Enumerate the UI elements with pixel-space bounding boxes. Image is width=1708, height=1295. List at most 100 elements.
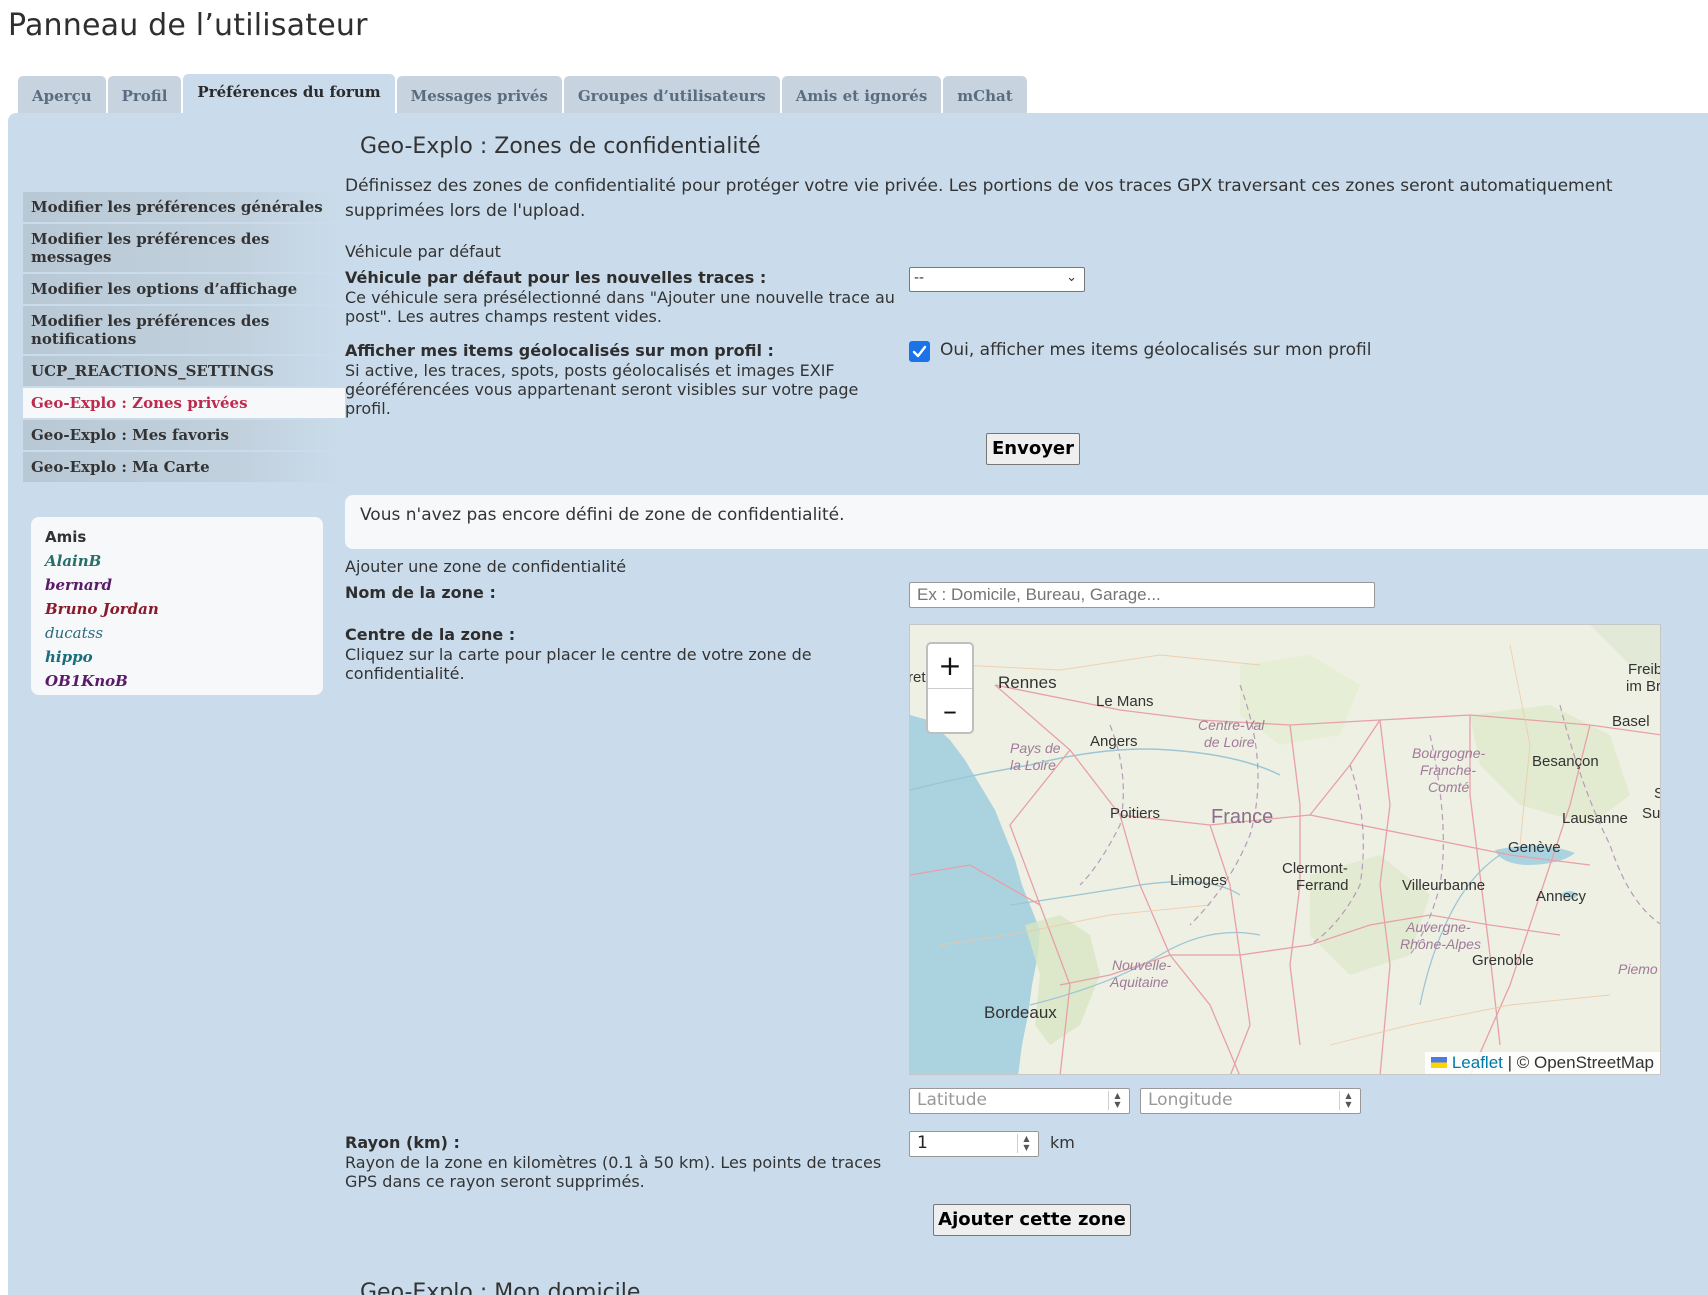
- map-label: Bordeaux: [984, 1003, 1057, 1022]
- sidebar-item-messages[interactable]: Modifier les préférences des messages: [23, 224, 345, 272]
- map-label: Suiss: [1642, 805, 1661, 822]
- geo-items-label: Afficher mes items géolocalisés sur mon …: [345, 341, 774, 360]
- friend-link[interactable]: ducatss: [45, 621, 309, 645]
- radius-unit: km: [1050, 1133, 1075, 1152]
- map-region-label: Piemo: [1618, 961, 1658, 977]
- map-label: Annecy: [1536, 888, 1587, 905]
- geo-items-explain: Si active, les traces, spots, posts géol…: [345, 361, 859, 418]
- tab-bar: Aperçu Profil Préférences du forum Messa…: [18, 74, 1029, 114]
- map-label: Ferrand: [1296, 877, 1349, 894]
- map-label: ret: [909, 669, 926, 686]
- map-label: Rennes: [998, 673, 1057, 692]
- chevron-down-icon: ⌄: [1066, 270, 1077, 285]
- check-icon: [912, 345, 927, 358]
- map-country-label: France: [1211, 806, 1274, 828]
- radius-explain: Rayon de la zone en kilomètres (0.1 à 50…: [345, 1153, 882, 1191]
- radius-input[interactable]: 1 ▲ ▼: [909, 1131, 1039, 1157]
- sidebar-menu: Modifier les préférences générales Modif…: [23, 192, 345, 484]
- longitude-spinner[interactable]: ▲ ▼: [1339, 1091, 1357, 1110]
- leaflet-link[interactable]: Leaflet: [1452, 1053, 1503, 1072]
- vehicle-label: Véhicule par défaut pour les nouvelles t…: [345, 268, 767, 287]
- friend-link[interactable]: hippo: [45, 645, 309, 669]
- page-title: Panneau de l’utilisateur: [8, 8, 368, 43]
- map-region-label: Nouvelle-: [1112, 957, 1172, 973]
- map-region-label: de Loire: [1204, 734, 1255, 750]
- chevron-down-icon: ▼: [1114, 1100, 1121, 1109]
- map-region-label: Comté: [1428, 779, 1470, 795]
- tab-preferences-forum[interactable]: Préférences du forum: [183, 74, 395, 114]
- latitude-spinner[interactable]: ▲ ▼: [1108, 1091, 1126, 1110]
- chevron-up-icon: ▲: [1114, 1091, 1121, 1100]
- radius-label: Rayon (km) :: [345, 1133, 460, 1152]
- geo-items-checkbox-label[interactable]: Oui, afficher mes items géolocalisés sur…: [940, 340, 1371, 360]
- submit-button[interactable]: Envoyer: [986, 433, 1080, 465]
- sidebar-item-reactions[interactable]: UCP_REACTIONS_SETTINGS: [23, 356, 345, 386]
- map-region-label: Bourgogne-: [1412, 745, 1486, 761]
- zoom-in-button[interactable]: +: [928, 644, 972, 689]
- add-zone-legend: Ajouter une zone de confidentialité: [345, 557, 627, 576]
- map-label: Basel: [1612, 713, 1650, 730]
- friend-link[interactable]: OB1KnoB: [45, 669, 309, 693]
- zone-name-input[interactable]: [909, 582, 1375, 608]
- vehicle-select-value: --: [914, 270, 925, 286]
- zone-map[interactable]: ret Rennes Le Mans Angers Poitiers Limog…: [909, 624, 1661, 1075]
- tab-messages-prives[interactable]: Messages privés: [396, 76, 562, 114]
- sidebar-item-favoris[interactable]: Geo-Explo : Mes favoris: [23, 420, 345, 450]
- map-label: Genève: [1508, 839, 1561, 856]
- chevron-up-icon: ▲: [1023, 1134, 1030, 1143]
- friends-title: Amis: [45, 528, 87, 546]
- vehicle-explain: Ce véhicule sera présélectionné dans "Aj…: [345, 288, 895, 326]
- latitude-input[interactable]: Latitude ▲ ▼: [909, 1088, 1130, 1114]
- map-region-label: Pays de: [1010, 740, 1061, 756]
- vehicle-select[interactable]: -- ⌄: [909, 267, 1085, 292]
- map-region-label: Auvergne-: [1406, 919, 1471, 935]
- zone-center-label: Centre de la zone :: [345, 625, 516, 644]
- latitude-placeholder: Latitude: [917, 1090, 987, 1110]
- zoom-control: + –: [926, 642, 974, 734]
- radius-value: 1: [917, 1133, 928, 1153]
- map-label: Le Mans: [1096, 693, 1154, 710]
- zone-name-label: Nom de la zone :: [345, 583, 496, 602]
- friends-box: Amis AlainB bernard Bruno Jordan ducatss…: [31, 517, 323, 695]
- map-region-label: la Loire: [1010, 757, 1056, 773]
- sidebar-item-ma-carte[interactable]: Geo-Explo : Ma Carte: [23, 452, 345, 482]
- sidebar-item-zones-privees[interactable]: Geo-Explo : Zones privées: [23, 388, 345, 418]
- add-zone-button[interactable]: Ajouter cette zone: [933, 1204, 1131, 1236]
- map-label: Clermont-: [1282, 860, 1348, 877]
- tab-mchat[interactable]: mChat: [943, 76, 1027, 114]
- map-region-label: Rhône-Alpes: [1400, 936, 1481, 952]
- friend-link[interactable]: bernard: [45, 573, 309, 597]
- sidebar-item-notifications[interactable]: Modifier les préférences des notificatio…: [23, 306, 345, 354]
- chevron-down-icon: ▼: [1023, 1143, 1030, 1152]
- map-label: Grenoble: [1472, 952, 1534, 969]
- zone-center-explain: Cliquez sur la carte pour placer le cent…: [345, 645, 812, 683]
- radius-spinner[interactable]: ▲ ▼: [1017, 1134, 1035, 1153]
- next-section-title: Geo-Explo : Mon domicile: [360, 1280, 641, 1295]
- zoom-out-button[interactable]: –: [928, 689, 972, 734]
- tab-amis-ignores[interactable]: Amis et ignorés: [781, 76, 942, 114]
- tab-groupes[interactable]: Groupes d’utilisateurs: [563, 76, 780, 114]
- map-label: Angers: [1090, 733, 1138, 750]
- geo-items-checkbox[interactable]: [909, 341, 930, 362]
- chevron-down-icon: ▼: [1345, 1100, 1352, 1109]
- map-attribution: Leaflet | © OpenStreetMap: [1425, 1052, 1660, 1074]
- attribution-text: | © OpenStreetMap: [1502, 1053, 1654, 1072]
- map-region-label: Franche-: [1420, 762, 1477, 778]
- section-title: Geo-Explo : Zones de confidentialité: [360, 134, 761, 159]
- map-label: Villeurbanne: [1402, 877, 1486, 894]
- sidebar-item-general[interactable]: Modifier les préférences générales: [23, 192, 345, 222]
- friend-link[interactable]: Bruno Jordan: [45, 597, 309, 621]
- friend-link[interactable]: AlainB: [45, 549, 309, 573]
- map-region-label: Centre-Val: [1198, 717, 1265, 733]
- map-label: im Breis: [1626, 678, 1661, 695]
- intro-text: Définissez des zones de confidentialité …: [345, 176, 1613, 221]
- tab-apercu[interactable]: Aperçu: [18, 76, 106, 114]
- notice-box: Vous n'avez pas encore défini de zone de…: [345, 495, 1708, 549]
- map-label: Besançon: [1532, 753, 1599, 770]
- map-label: Lausanne: [1562, 810, 1628, 827]
- longitude-placeholder: Longitude: [1148, 1090, 1233, 1110]
- sidebar-item-display[interactable]: Modifier les options d’affichage: [23, 274, 345, 304]
- longitude-input[interactable]: Longitude ▲ ▼: [1140, 1088, 1361, 1114]
- map-label: Freibu: [1628, 661, 1660, 678]
- tab-profil[interactable]: Profil: [107, 76, 182, 114]
